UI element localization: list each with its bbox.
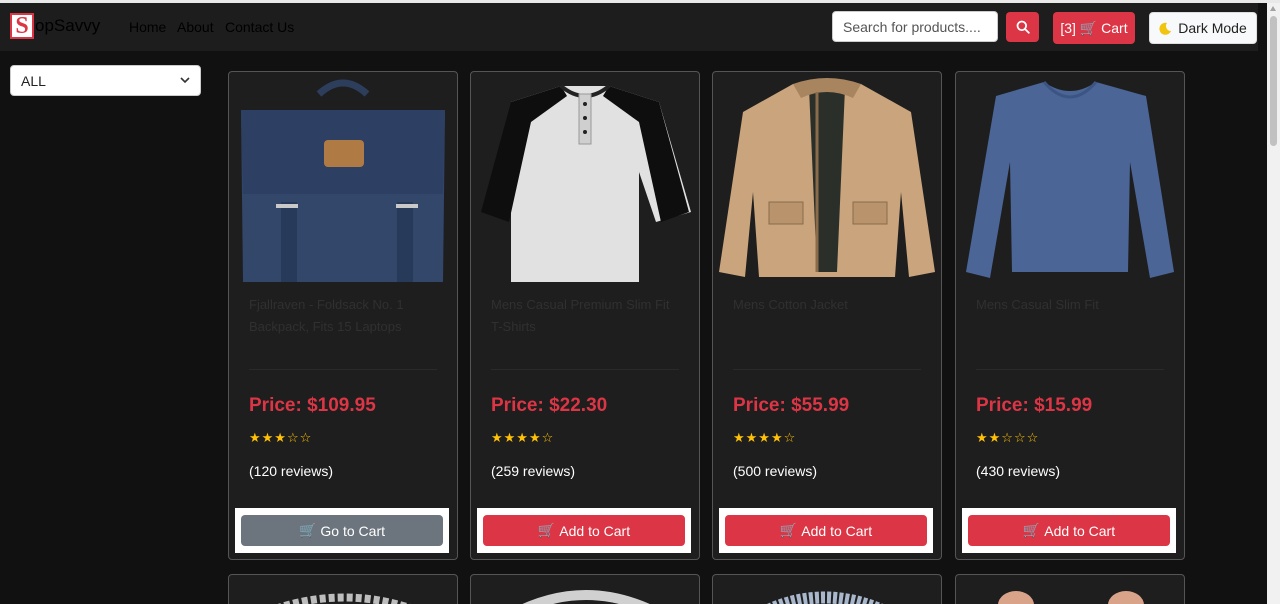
divider — [976, 369, 1164, 370]
scroll-up-icon[interactable] — [1270, 6, 1276, 11]
navbar: S opSavvy Home About Contact Us Search f… — [0, 3, 1258, 51]
rating-stars: ★★☆☆☆ — [976, 431, 1040, 446]
card-footer: 🛒 Add to Cart — [719, 508, 933, 553]
product-price: Price: $15.99 — [976, 395, 1093, 416]
product-title[interactable]: Mens Casual Slim Fit — [976, 294, 1168, 316]
logo-mark: S — [10, 13, 34, 39]
product-image-earrings — [998, 591, 1144, 604]
card-footer: 🛒 Add to Cart — [477, 508, 691, 553]
product-price: Price: $109.95 — [249, 395, 376, 416]
page-scrollbar[interactable] — [1267, 3, 1280, 604]
product-image-backpack — [241, 79, 445, 282]
review-count: (500 reviews) — [733, 463, 818, 479]
card-footer: 🛒 Add to Cart — [962, 508, 1176, 553]
brand-logo[interactable]: S opSavvy — [10, 13, 100, 39]
product-card-partial — [712, 574, 942, 604]
nav-home-link[interactable]: Home — [129, 19, 166, 35]
rating-stars: ★★★★☆ — [733, 431, 797, 446]
product-image-ring-jewel — [766, 591, 884, 604]
moon-icon — [1159, 22, 1172, 35]
product-image-tshirt — [481, 84, 691, 282]
product-card-partial — [955, 574, 1185, 604]
add-to-cart-button[interactable]: 🛒 Add to Cart — [725, 515, 927, 546]
divider — [249, 369, 437, 370]
product-image-bracelet — [277, 593, 411, 604]
brand-name: opSavvy — [35, 16, 101, 35]
category-filter-value: ALL — [21, 72, 46, 89]
cart-icon: 🛒 — [298, 522, 317, 538]
review-count: (430 reviews) — [976, 463, 1061, 479]
category-filter-select[interactable]: ALL — [10, 65, 201, 96]
rating-stars: ★★★★☆ — [491, 431, 555, 446]
dark-mode-toggle[interactable]: Dark Mode — [1149, 12, 1257, 44]
product-image-longsleeve — [966, 81, 1174, 278]
scrollbar-thumb[interactable] — [1270, 16, 1277, 146]
product-card: Fjallraven - Foldsack No. 1 Backpack, Fi… — [228, 71, 458, 560]
search-input[interactable]: Search for products.... — [832, 11, 998, 42]
dark-mode-label: Dark Mode — [1178, 20, 1247, 36]
search-button[interactable] — [1006, 12, 1039, 42]
product-image-jacket — [719, 78, 935, 277]
nav-about-link[interactable]: About — [177, 19, 214, 35]
product-card: Mens Casual Premium Slim Fit T-Shirts Pr… — [470, 71, 700, 560]
rating-stars: ★★★☆☆ — [249, 431, 313, 446]
nav-contact-link[interactable]: Contact Us — [225, 19, 294, 35]
product-price: Price: $55.99 — [733, 395, 850, 416]
button-label: Add to Cart — [801, 522, 873, 539]
product-card-partial — [470, 574, 700, 604]
cart-button[interactable]: [3] 🛒 Cart — [1053, 12, 1135, 44]
add-to-cart-button[interactable]: 🛒 Add to Cart — [968, 515, 1170, 546]
button-label: Add to Cart — [1044, 522, 1116, 539]
search-icon — [1016, 20, 1030, 34]
divider — [733, 369, 921, 370]
product-title[interactable]: Mens Cotton Jacket — [733, 294, 925, 316]
product-title[interactable]: Fjallraven - Foldsack No. 1 Backpack, Fi… — [249, 294, 441, 338]
review-count: (259 reviews) — [491, 463, 576, 479]
product-card-partial — [228, 574, 458, 604]
cart-icon: 🛒 — [779, 522, 798, 538]
product-card: Mens Casual Slim Fit Price: $15.99 ★★☆☆☆… — [955, 71, 1185, 560]
review-count: (120 reviews) — [249, 463, 334, 479]
add-to-cart-button[interactable]: 🛒 Add to Cart — [483, 515, 685, 546]
product-price: Price: $22.30 — [491, 395, 608, 416]
button-label: Go to Cart — [320, 522, 386, 539]
go-to-cart-button[interactable]: 🛒 Go to Cart — [241, 515, 443, 546]
cart-icon: 🛒 — [537, 522, 556, 538]
chevron-down-icon — [180, 77, 190, 84]
divider — [491, 369, 679, 370]
cart-icon: 🛒 — [1022, 522, 1041, 538]
card-footer: 🛒 Go to Cart — [235, 508, 449, 553]
button-label: Add to Cart — [559, 522, 631, 539]
product-title[interactable]: Mens Casual Premium Slim Fit T-Shirts — [491, 294, 683, 338]
product-card: Mens Cotton Jacket Price: $55.99 ★★★★☆ (… — [712, 71, 942, 560]
product-image-ring — [522, 590, 650, 604]
